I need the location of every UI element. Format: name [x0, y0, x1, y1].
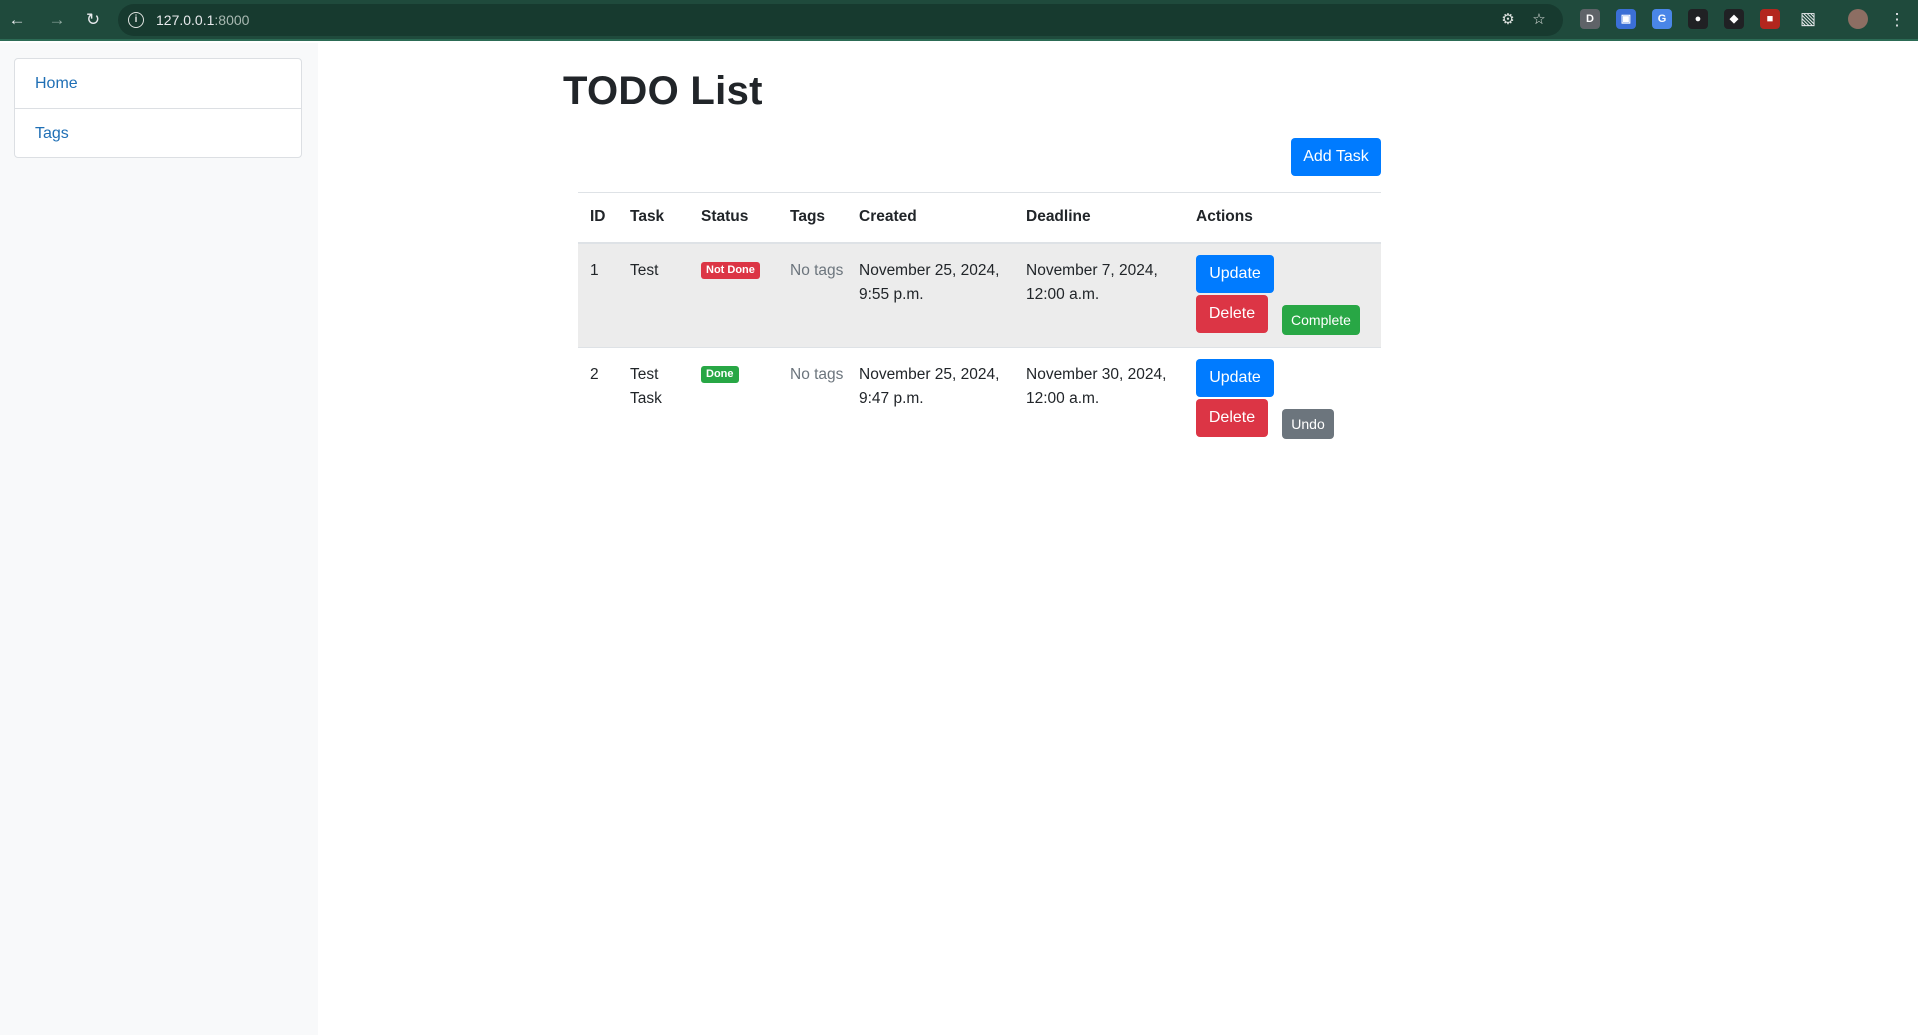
reload-icon[interactable]: ↻ — [80, 7, 106, 33]
browser-toolbar: ← → ↻ i 127.0.0.1:8000 ⚙ ☆ D ▣ G ● ◆ ■ ▧… — [0, 0, 1918, 41]
update-button[interactable]: Update — [1196, 358, 1274, 397]
cell-status: Not Done — [689, 242, 778, 347]
task-table: ID Task Status Tags Created Deadline Act… — [578, 192, 1381, 451]
profile-avatar-icon[interactable] — [1848, 9, 1868, 29]
cell-task: Test — [618, 242, 689, 347]
extension-icon[interactable]: ▣ — [1616, 9, 1636, 29]
delete-button[interactable]: Delete — [1196, 398, 1268, 437]
table-row: 1 Test Not Done No tags November 25, 202… — [578, 242, 1381, 347]
cell-status: Done — [689, 346, 778, 451]
delete-button[interactable]: Delete — [1196, 294, 1268, 333]
cell-id: 2 — [578, 346, 618, 451]
extension-icon[interactable]: ◆ — [1724, 9, 1744, 29]
url-text[interactable]: 127.0.0.1:8000 — [156, 12, 249, 28]
column-header-tags: Tags — [778, 192, 847, 244]
bookmark-star-icon[interactable]: ☆ — [1529, 10, 1549, 30]
cell-task: Test Task — [618, 346, 689, 451]
status-badge: Not Done — [701, 261, 760, 279]
row-actions: Update Delete Complete — [1196, 254, 1381, 347]
column-header-status: Status — [689, 192, 778, 244]
cell-tags: No tags — [778, 242, 847, 347]
column-header-task: Task — [618, 192, 689, 244]
translate-icon[interactable]: ⚙ — [1498, 10, 1518, 30]
sidebar-item-tags[interactable]: Tags — [15, 108, 301, 157]
cell-id: 1 — [578, 242, 618, 347]
cell-actions: Update Delete Undo — [1184, 346, 1381, 451]
column-header-actions: Actions — [1184, 192, 1381, 244]
complete-button[interactable]: Complete — [1282, 304, 1360, 335]
undo-button[interactable]: Undo — [1282, 408, 1334, 439]
cell-created: November 25, 2024, 9:47 p.m. — [847, 346, 1014, 451]
row-actions: Update Delete Undo — [1196, 358, 1381, 451]
add-task-button[interactable]: Add Task — [1291, 138, 1381, 176]
table-header-row: ID Task Status Tags Created Deadline Act… — [578, 192, 1381, 244]
extensions-puzzle-icon[interactable]: ▧ — [1795, 6, 1821, 32]
column-header-id: ID — [578, 192, 618, 244]
forward-arrow-icon[interactable]: → — [44, 7, 70, 33]
back-arrow-icon[interactable]: ← — [4, 7, 30, 33]
column-header-created: Created — [847, 192, 1014, 244]
site-info-icon[interactable]: i — [128, 12, 144, 28]
menu-kebab-icon[interactable]: ⋮ — [1884, 7, 1910, 33]
cell-deadline: November 7, 2024, 12:00 a.m. — [1014, 242, 1184, 347]
cell-tags: No tags — [778, 346, 847, 451]
extension-icon[interactable]: G — [1652, 9, 1672, 29]
main-content: TODO List Add Task ID Task Status Tags C… — [318, 43, 1918, 1035]
update-button[interactable]: Update — [1196, 254, 1274, 293]
extension-icon[interactable]: ● — [1688, 9, 1708, 29]
sidebar-item-home[interactable]: Home — [15, 59, 301, 108]
sidebar-nav: Home Tags — [14, 58, 302, 158]
extension-icon[interactable]: D — [1580, 9, 1600, 29]
address-bar[interactable]: i 127.0.0.1:8000 ⚙ ☆ — [118, 4, 1563, 36]
extension-icon[interactable]: ■ — [1760, 9, 1780, 29]
cell-created: November 25, 2024, 9:55 p.m. — [847, 242, 1014, 347]
sidebar: Home Tags — [0, 43, 318, 1035]
page-title: TODO List — [563, 69, 763, 113]
column-header-deadline: Deadline — [1014, 192, 1184, 244]
status-badge: Done — [701, 365, 739, 383]
table-row: 2 Test Task Done No tags November 25, 20… — [578, 346, 1381, 451]
cell-actions: Update Delete Complete — [1184, 242, 1381, 347]
cell-deadline: November 30, 2024, 12:00 a.m. — [1014, 346, 1184, 451]
